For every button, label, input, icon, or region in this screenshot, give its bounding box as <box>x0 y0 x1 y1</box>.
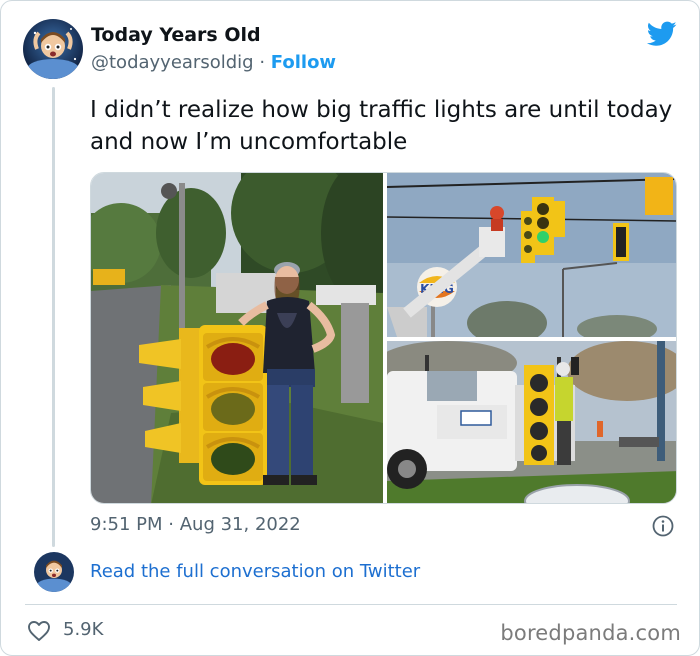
thread-line <box>52 87 55 547</box>
tweet-media-grid[interactable]: KING <box>90 172 677 504</box>
tweet-timestamp[interactable]: 9:51 PM · Aug 31, 2022 <box>90 514 301 535</box>
reply-avatar[interactable] <box>34 552 74 592</box>
tweet-time[interactable]: 9:51 PM <box>90 514 163 535</box>
photo-woman-with-traffic-light[interactable] <box>91 173 383 503</box>
photo-traffic-light-install[interactable]: KING <box>387 173 676 337</box>
heart-icon[interactable] <box>27 620 51 642</box>
tweet-text: I didn’t realize how big traffic lights … <box>90 97 673 155</box>
tweet-date[interactable]: Aug 31, 2022 <box>180 514 301 535</box>
author-avatar[interactable] <box>23 19 83 79</box>
footer-divider <box>25 604 677 605</box>
author-handle-row: @todayyearsoldig · Follow <box>91 52 336 73</box>
twitter-bird-icon[interactable] <box>646 21 677 47</box>
handle-separator: · <box>259 52 266 73</box>
info-icon[interactable] <box>652 515 674 537</box>
author-display-name[interactable]: Today Years Old <box>91 24 261 46</box>
tweet-embed-card: Today Years Old @todayyearsoldig · Follo… <box>0 0 700 656</box>
like-count[interactable]: 5.9K <box>63 619 103 640</box>
read-conversation-link[interactable]: Read the full conversation on Twitter <box>90 561 420 582</box>
photo-worker-with-truck[interactable] <box>387 341 676 503</box>
follow-button[interactable]: Follow <box>271 52 336 73</box>
author-handle[interactable]: @todayyearsoldig <box>91 52 254 73</box>
timestamp-separator: · <box>168 514 174 535</box>
site-watermark: boredpanda.com <box>500 621 681 645</box>
